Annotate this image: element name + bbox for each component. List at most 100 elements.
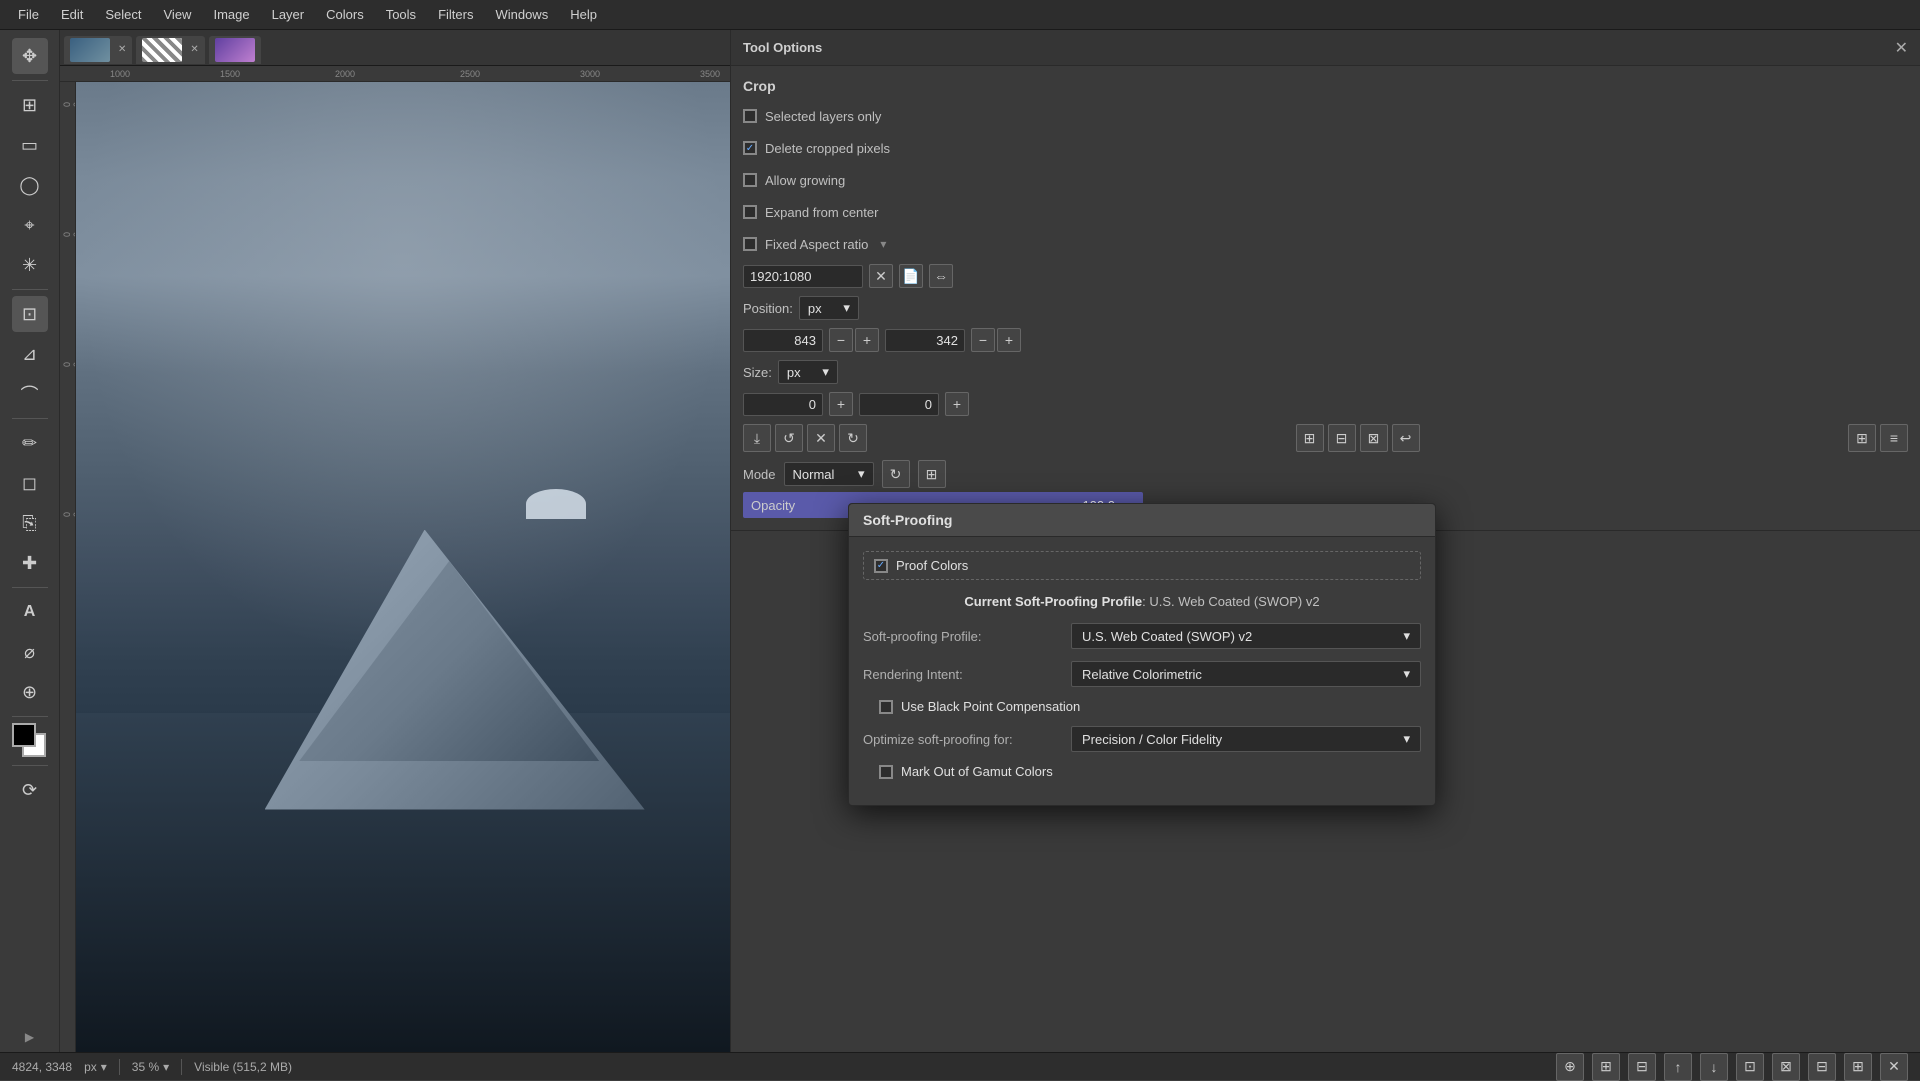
heal-tool-btn[interactable]: ✚: [12, 545, 48, 581]
menu-filters[interactable]: Filters: [428, 4, 483, 25]
position-x-minus-btn[interactable]: −: [829, 328, 853, 352]
delete-cropped-pixels-checkbox[interactable]: [743, 141, 757, 155]
status-icon-7[interactable]: ⊠: [1772, 1053, 1800, 1081]
paintbrush-tool-btn[interactable]: ✏: [12, 425, 48, 461]
fuzzy-select-btn[interactable]: ✳: [12, 247, 48, 283]
status-icon-5[interactable]: ↓: [1700, 1053, 1728, 1081]
status-icon-1[interactable]: ⊕: [1556, 1053, 1584, 1081]
tb-undo-icon[interactable]: ↩: [1392, 424, 1420, 452]
tb-extra1-icon[interactable]: ⊞: [1848, 424, 1876, 452]
status-icon-8[interactable]: ⊟: [1808, 1053, 1836, 1081]
sp-profile-dropdown[interactable]: U.S. Web Coated (SWOP) v2 ▾: [1071, 623, 1421, 649]
status-icon-4[interactable]: ↑: [1664, 1053, 1692, 1081]
status-icon-6[interactable]: ⊡: [1736, 1053, 1764, 1081]
text-tool-btn[interactable]: A: [12, 594, 48, 630]
menu-edit[interactable]: Edit: [51, 4, 93, 25]
tab-2-close[interactable]: ✕: [190, 44, 198, 55]
menu-view[interactable]: View: [154, 4, 202, 25]
tab-1[interactable]: ✕: [64, 36, 132, 64]
mode-row: Mode Normal ▾ ↻ ⊞: [743, 460, 1908, 488]
tab-3[interactable]: [209, 36, 261, 64]
status-icon-9[interactable]: ⊞: [1844, 1053, 1872, 1081]
size-doc-btn[interactable]: 📄: [899, 264, 923, 288]
menu-select[interactable]: Select: [95, 4, 151, 25]
proof-colors-checkbox[interactable]: [874, 559, 888, 573]
script-tool-btn[interactable]: ⟳: [12, 772, 48, 808]
sp-rendering-dropdown[interactable]: Relative Colorimetric ▾: [1071, 661, 1421, 687]
mode-reset-icon[interactable]: ↻: [882, 460, 910, 488]
crop-tool-btn[interactable]: ⊡: [12, 296, 48, 332]
tb-layers-icon[interactable]: ⊞: [1296, 424, 1324, 452]
selected-layers-only-checkbox[interactable]: [743, 109, 757, 123]
unit-dropdown[interactable]: px ▾: [84, 1060, 107, 1074]
menu-image[interactable]: Image: [203, 4, 259, 25]
eraser-tool-btn[interactable]: ◻: [12, 465, 48, 501]
select-free-tool-btn[interactable]: ⌖: [12, 207, 48, 243]
crop-section-title: Crop: [743, 78, 1908, 94]
menu-colors[interactable]: Colors: [316, 4, 374, 25]
sp-blackpoint-checkbox[interactable]: [879, 700, 893, 714]
toolbox-scroll-arrow[interactable]: ▶: [25, 1030, 34, 1044]
sp-optimize-dropdown[interactable]: Precision / Color Fidelity ▾: [1071, 726, 1421, 752]
ruler-top: 1000 1500 2000 2500 3000 3500 4000 4500: [60, 66, 730, 82]
transform-tool-btn[interactable]: ⊿: [12, 336, 48, 372]
tool-options-header: Tool Options ✕: [731, 30, 1920, 66]
canvas-area[interactable]: [76, 82, 730, 1052]
ruler-mark-v-1: 1500: [62, 102, 76, 107]
expand-from-center-checkbox[interactable]: [743, 205, 757, 219]
toolbox: ✥ ⊞ ▭ ◯ ⌖ ✳ ⊡ ⊿ ⌒ ✏ ◻ ⎘ ✚ A ⌀ ⊕ ⟳ ▶: [0, 30, 60, 1052]
status-icon-2[interactable]: ⊞: [1592, 1053, 1620, 1081]
size-unit-dropdown[interactable]: px ▾: [778, 360, 838, 384]
position-unit-dropdown[interactable]: px ▾: [799, 296, 859, 320]
mode-dropdown[interactable]: Normal ▾: [784, 462, 874, 486]
tb-grid-icon[interactable]: ⊟: [1328, 424, 1356, 452]
tb-close-icon[interactable]: ✕: [807, 424, 835, 452]
size-swap-btn[interactable]: ⇔: [929, 264, 953, 288]
position-y-plus-btn[interactable]: +: [997, 328, 1021, 352]
size-y-input[interactable]: 0: [859, 393, 939, 416]
tb-download-icon[interactable]: ⤓: [743, 424, 771, 452]
position-x-input[interactable]: 843: [743, 329, 823, 352]
status-sep-1: [119, 1059, 120, 1075]
size-clear-btn[interactable]: ✕: [869, 264, 893, 288]
align-tool-btn[interactable]: ⊞: [12, 87, 48, 123]
panel-close-btn[interactable]: ✕: [1895, 38, 1908, 58]
zoom-tool-btn[interactable]: ⊕: [12, 674, 48, 710]
mode-extra-icon[interactable]: ⊞: [918, 460, 946, 488]
foreground-color[interactable]: [12, 723, 36, 747]
tb-extra2-icon[interactable]: ≡: [1880, 424, 1908, 452]
fixed-aspect-ratio-checkbox[interactable]: [743, 237, 757, 251]
size-x-plus-btn[interactable]: +: [829, 392, 853, 416]
status-icon-3[interactable]: ⊟: [1628, 1053, 1656, 1081]
expand-from-center-row: Expand from center: [743, 200, 1908, 224]
tab-1-close[interactable]: ✕: [118, 44, 126, 55]
tab-2[interactable]: ✕: [136, 36, 204, 64]
eyedropper-tool-btn[interactable]: ⌀: [12, 634, 48, 670]
menu-layer[interactable]: Layer: [262, 4, 315, 25]
position-x-plus-btn[interactable]: +: [855, 328, 879, 352]
select-ellipse-tool-btn[interactable]: ◯: [12, 167, 48, 203]
move-tool-btn[interactable]: ✥: [12, 38, 48, 74]
menu-windows[interactable]: Windows: [485, 4, 558, 25]
tb-refresh-icon[interactable]: ↻: [839, 424, 867, 452]
size-y-plus-btn[interactable]: +: [945, 392, 969, 416]
menu-help[interactable]: Help: [560, 4, 607, 25]
clone-tool-btn[interactable]: ⎘: [12, 505, 48, 541]
allow-growing-checkbox[interactable]: [743, 173, 757, 187]
position-y-input[interactable]: 342: [885, 329, 965, 352]
status-icon-10[interactable]: ✕: [1880, 1053, 1908, 1081]
distort-tool-btn[interactable]: ⌒: [12, 376, 48, 412]
sp-gamut-checkbox[interactable]: [879, 765, 893, 779]
fixed-aspect-dropdown-arrow[interactable]: ▾: [880, 237, 886, 251]
selected-layers-only-row: Selected layers only: [743, 104, 1908, 128]
size-x-input[interactable]: 0: [743, 393, 823, 416]
color-swatch[interactable]: [12, 723, 48, 759]
menu-file[interactable]: File: [8, 4, 49, 25]
size-input-field[interactable]: 1920:1080: [743, 265, 863, 288]
tb-link-icon[interactable]: ⊠: [1360, 424, 1388, 452]
select-rect-tool-btn[interactable]: ▭: [12, 127, 48, 163]
zoom-dropdown[interactable]: 35 % ▾: [132, 1060, 169, 1074]
position-y-minus-btn[interactable]: −: [971, 328, 995, 352]
menu-tools[interactable]: Tools: [376, 4, 426, 25]
tb-reset-icon[interactable]: ↺: [775, 424, 803, 452]
